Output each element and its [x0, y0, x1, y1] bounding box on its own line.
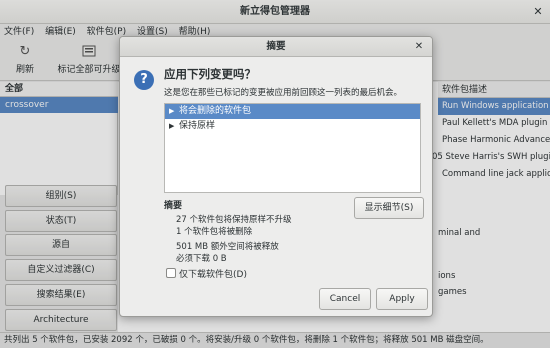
close-icon[interactable]: ✕ [531, 5, 545, 19]
window-title: 新立得包管理器 [240, 6, 310, 17]
summary-line: 501 MB 额外空间将被释放 [176, 242, 279, 252]
dialog-heading: 应用下列变更吗？ [164, 67, 256, 81]
tree-row-removals[interactable]: ▶ 将会删除的软件包 [165, 104, 420, 119]
apply-button[interactable]: Apply [376, 288, 428, 310]
dialog-title: 摘要 [120, 37, 432, 57]
summary-line: 必须下载 0 B [176, 254, 227, 264]
tree-row-kept-back[interactable]: ▶ 保持原样 [165, 119, 420, 134]
tree-row-label: 保持原样 [179, 121, 216, 131]
window-titlebar: 新立得包管理器 ✕ [0, 0, 550, 24]
summary-dialog: 摘要 ✕ ? 应用下列变更吗？ 这是您在那些已标记的变更被应用前回顾这一列表的最… [119, 36, 433, 317]
summary-line: 1 个软件包将被删除 [176, 227, 253, 237]
changes-tree[interactable]: ▶ 将会删除的软件包 ▶ 保持原样 [164, 103, 421, 193]
dialog-subtitle: 这是您在那些已标记的变更被应用前回顾这一列表的最后机会。 [164, 88, 403, 98]
expand-triangle-icon[interactable]: ▶ [169, 119, 179, 134]
cancel-button[interactable]: Cancel [319, 288, 371, 310]
expand-triangle-icon[interactable]: ▶ [169, 104, 179, 119]
summary-line: 27 个软件包将保持原样不升级 [176, 215, 292, 225]
show-details-button[interactable]: 显示细节(S) [354, 197, 424, 219]
question-icon: ? [134, 70, 154, 90]
download-only-checkbox[interactable]: 仅下载软件包(D) [166, 268, 247, 281]
download-only-label: 仅下载软件包(D) [179, 270, 247, 280]
dialog-close-icon[interactable]: ✕ [412, 40, 426, 54]
checkbox-box[interactable] [166, 268, 176, 278]
tree-row-label: 将会删除的软件包 [179, 106, 252, 116]
summary-heading: 摘要 [164, 201, 183, 211]
